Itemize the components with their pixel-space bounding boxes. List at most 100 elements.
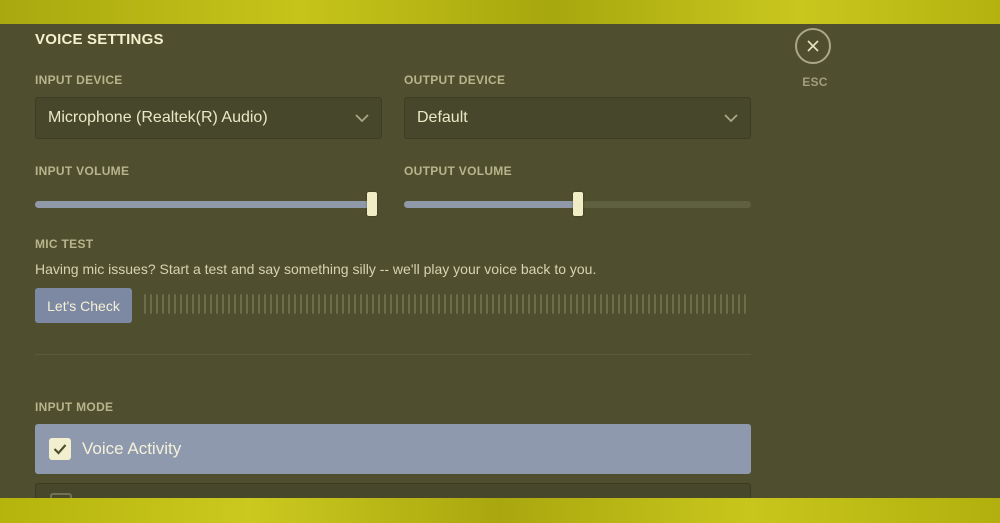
meter-tick — [720, 294, 722, 314]
meter-tick — [708, 294, 710, 314]
meter-tick — [498, 294, 500, 314]
input-device-select[interactable]: Microphone (Realtek(R) Audio) — [35, 97, 382, 139]
meter-tick — [228, 294, 230, 314]
meter-tick — [582, 294, 584, 314]
lets-check-button[interactable]: Let's Check — [35, 288, 132, 323]
meter-tick — [264, 294, 266, 314]
meter-tick — [330, 294, 332, 314]
meter-tick — [684, 294, 686, 314]
output-device-value: Default — [417, 109, 468, 126]
meter-tick — [216, 294, 218, 314]
meter-tick — [606, 294, 608, 314]
input-volume-slider[interactable] — [35, 192, 377, 216]
meter-tick — [288, 294, 290, 314]
meter-tick — [342, 294, 344, 314]
background-top-band — [0, 0, 1000, 24]
meter-tick — [156, 294, 158, 314]
meter-tick — [384, 294, 386, 314]
checkmark-icon — [53, 444, 67, 455]
esc-label: ESC — [802, 75, 828, 89]
meter-tick — [438, 294, 440, 314]
output-volume-slider[interactable] — [404, 192, 751, 216]
meter-tick — [348, 294, 350, 314]
input-mode-label: INPUT MODE — [35, 400, 114, 414]
meter-tick — [612, 294, 614, 314]
meter-tick — [540, 294, 542, 314]
meter-tick — [486, 294, 488, 314]
meter-tick — [276, 294, 278, 314]
meter-tick — [672, 294, 674, 314]
input-volume-label: INPUT VOLUME — [35, 164, 130, 178]
meter-tick — [456, 294, 458, 314]
slider-thumb[interactable] — [573, 192, 583, 216]
meter-tick — [390, 294, 392, 314]
close-icon — [807, 40, 819, 52]
meter-tick — [726, 294, 728, 314]
meter-tick — [360, 294, 362, 314]
chevron-down-icon — [355, 111, 369, 125]
meter-tick — [738, 294, 740, 314]
meter-tick — [696, 294, 698, 314]
meter-tick — [570, 294, 572, 314]
input-mode-voice-activity[interactable]: Voice Activity — [35, 424, 751, 474]
meter-tick — [198, 294, 200, 314]
meter-tick — [588, 294, 590, 314]
output-volume-label: OUTPUT VOLUME — [404, 164, 512, 178]
meter-tick — [528, 294, 530, 314]
meter-tick — [432, 294, 434, 314]
meter-tick — [648, 294, 650, 314]
meter-tick — [378, 294, 380, 314]
slider-fill — [35, 201, 377, 208]
meter-tick — [426, 294, 428, 314]
meter-tick — [414, 294, 416, 314]
page-title: VOICE SETTINGS — [35, 31, 164, 48]
meter-tick — [306, 294, 308, 314]
meter-tick — [420, 294, 422, 314]
meter-tick — [732, 294, 734, 314]
background-bottom-band — [0, 498, 1000, 523]
meter-tick — [474, 294, 476, 314]
meter-tick — [240, 294, 242, 314]
checkbox-checked[interactable] — [49, 438, 71, 460]
meter-tick — [324, 294, 326, 314]
divider — [35, 354, 751, 355]
meter-tick — [174, 294, 176, 314]
meter-tick — [546, 294, 548, 314]
meter-tick — [294, 294, 296, 314]
meter-tick — [354, 294, 356, 314]
meter-tick — [282, 294, 284, 314]
meter-tick — [234, 294, 236, 314]
chevron-down-icon — [724, 111, 738, 125]
meter-tick — [450, 294, 452, 314]
meter-tick — [480, 294, 482, 314]
meter-tick — [702, 294, 704, 314]
close-button[interactable] — [795, 28, 831, 64]
meter-tick — [666, 294, 668, 314]
meter-tick — [192, 294, 194, 314]
meter-tick — [594, 294, 596, 314]
slider-fill — [404, 201, 578, 208]
meter-tick — [210, 294, 212, 314]
mic-test-label: MIC TEST — [35, 237, 94, 251]
meter-tick — [162, 294, 164, 314]
meter-tick — [600, 294, 602, 314]
meter-tick — [270, 294, 272, 314]
meter-tick — [336, 294, 338, 314]
output-device-label: OUTPUT DEVICE — [404, 73, 506, 87]
input-device-value: Microphone (Realtek(R) Audio) — [48, 109, 268, 126]
meter-tick — [468, 294, 470, 314]
meter-tick — [690, 294, 692, 314]
meter-tick — [204, 294, 206, 314]
meter-tick — [534, 294, 536, 314]
output-device-select[interactable]: Default — [404, 97, 751, 139]
meter-tick — [636, 294, 638, 314]
meter-tick — [504, 294, 506, 314]
meter-tick — [312, 294, 314, 314]
meter-tick — [522, 294, 524, 314]
meter-tick — [444, 294, 446, 314]
input-mode-option-next[interactable] — [35, 483, 751, 498]
meter-tick — [150, 294, 152, 314]
input-mode-option-label: Voice Activity — [82, 439, 182, 458]
meter-tick — [144, 294, 146, 314]
slider-thumb[interactable] — [367, 192, 377, 216]
